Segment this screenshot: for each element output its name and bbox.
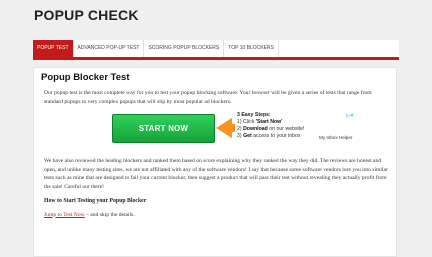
ad-step-2-suffix: on our website! <box>267 126 305 133</box>
nav-item-advanced-popup-test[interactable]: ADVANCED POP-UP TEST <box>74 40 145 57</box>
page-heading: Popup Blocker Test <box>41 72 130 83</box>
ad-step-2: 2) Download on our website! <box>237 126 357 133</box>
ad-step-3-suffix: access to your inbox <box>251 133 301 140</box>
ad-steps-title: 3 Easy Steps: <box>237 112 271 119</box>
ad-step-1-prefix: 1) Click <box>237 119 256 126</box>
body-paragraph: We have also reviewed the leading blocke… <box>44 158 388 190</box>
nav-item-popup-test[interactable]: POPUP TEST <box>33 40 74 57</box>
ad-step-1: 1) Click 'Start Now' <box>237 119 357 126</box>
ad-sponsor[interactable]: My Inbox Helper <box>319 135 352 140</box>
arrow-left-icon <box>216 118 232 139</box>
main-nav: POPUP TEST ADVANCED POP-UP TEST SCORING … <box>33 40 399 60</box>
intro-paragraph: Our popup test is the most complete way … <box>44 90 372 105</box>
ad-choices-icon[interactable]: ▷✕ <box>346 113 354 119</box>
ad-step-2-bold: Download <box>243 126 268 133</box>
start-now-button[interactable]: START NOW <box>112 114 215 144</box>
jump-suffix: – and skip the details. <box>84 211 135 218</box>
content-card: Popup Blocker Test Our popup test is the… <box>33 67 397 257</box>
site-title[interactable]: POPUP CHECK <box>34 7 139 23</box>
jump-to-test-link[interactable]: Jump to Test Now <box>44 212 85 218</box>
ad-step-1-bold: 'Start Now' <box>255 119 283 126</box>
jump-line: Jump to Test Now – and skip the details. <box>44 212 389 218</box>
section-subheading: How to Start Testing your Popup Blocker <box>44 197 147 204</box>
arrow-tail <box>231 124 235 133</box>
nav-item-top-10-blockers[interactable]: TOP 10 BLOCKERS <box>224 40 279 57</box>
ad-step-3-bold: Get <box>243 133 252 140</box>
advertisement: START NOW 3 Easy Steps: 1) Click 'Start … <box>41 112 389 152</box>
nav-item-scoring-popup-blockers[interactable]: SCORING POPUP BLOCKERS <box>144 40 225 57</box>
